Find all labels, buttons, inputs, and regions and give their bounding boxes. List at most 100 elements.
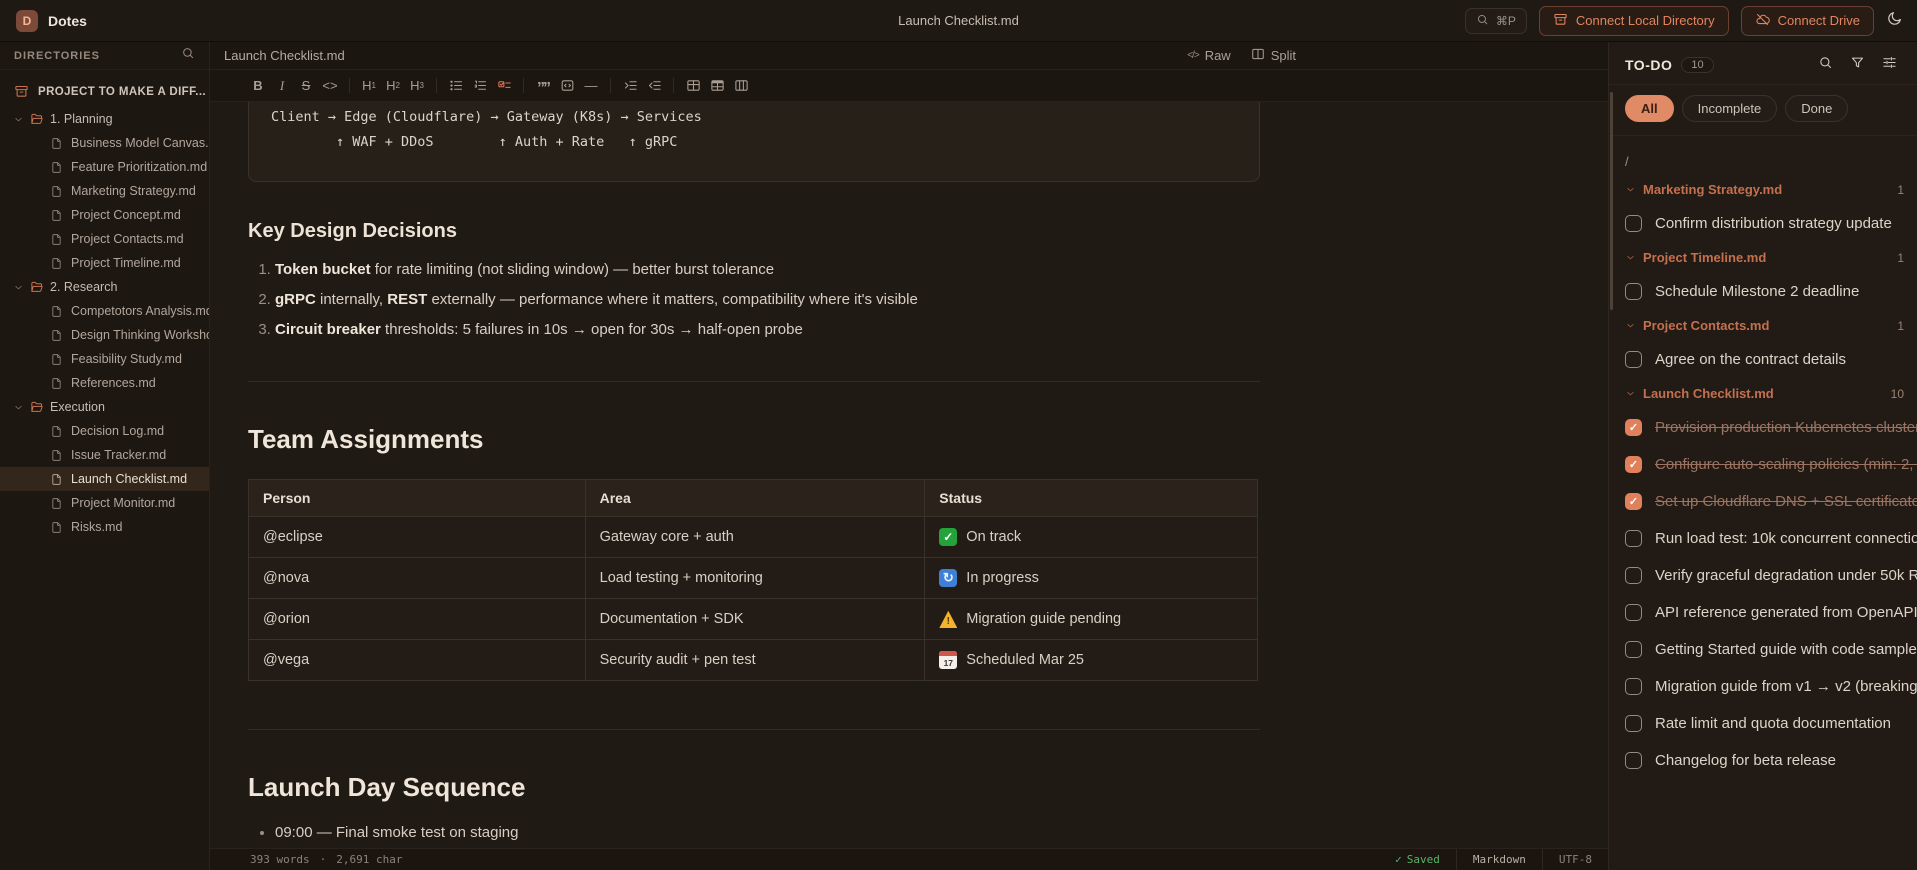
- file-row-marketing-strategy-md[interactable]: Marketing Strategy.md: [0, 179, 209, 203]
- ordered-list-icon[interactable]: [468, 75, 492, 97]
- filter-all[interactable]: All: [1625, 95, 1674, 122]
- horizontal-rule-icon[interactable]: —: [579, 75, 603, 97]
- checkbox-unchecked[interactable]: [1625, 567, 1642, 584]
- folder-row-2-research[interactable]: 2. Research: [0, 275, 209, 299]
- h2-icon[interactable]: H2: [381, 75, 405, 97]
- file-row-project-timeline-md[interactable]: Project Timeline.md: [0, 251, 209, 275]
- scrollbar-thumb[interactable]: [1610, 92, 1613, 310]
- checkbox-checked[interactable]: ✓: [1625, 493, 1642, 510]
- filter-incomplete[interactable]: Incomplete: [1681, 95, 1778, 122]
- folder-row-execution[interactable]: Execution: [0, 395, 209, 419]
- encoding-indicator[interactable]: UTF-8: [1541, 849, 1608, 870]
- todo-item[interactable]: ✓ Provision production Kubernetes cluster…: [1625, 409, 1917, 446]
- todo-item-label: Confirm distribution strategy update: [1655, 215, 1892, 232]
- file-row-feature-prioritization-md[interactable]: Feature Prioritization.md: [0, 155, 209, 179]
- todo-item[interactable]: Run load test: 10k concurrent connection…: [1625, 520, 1917, 557]
- file-row-issue-tracker-md[interactable]: Issue Tracker.md: [0, 443, 209, 467]
- global-search-button[interactable]: ⌘P: [1464, 7, 1527, 34]
- chevron-down-icon: [13, 402, 24, 413]
- chevron-down-icon: [1625, 184, 1636, 195]
- file-row-references-md[interactable]: References.md: [0, 371, 209, 395]
- inline-code-icon[interactable]: <>: [318, 75, 342, 97]
- todo-item[interactable]: API reference generated from OpenAPI spe: [1625, 594, 1917, 631]
- status-cell: ✓ On track: [924, 516, 1258, 558]
- checkbox-unchecked[interactable]: [1625, 215, 1642, 232]
- file-row-risks-md[interactable]: Risks.md: [0, 515, 209, 539]
- indent-icon[interactable]: [618, 75, 642, 97]
- checkbox-unchecked[interactable]: [1625, 530, 1642, 547]
- project-root[interactable]: PROJECT TO MAKE A DIFF...: [0, 70, 209, 107]
- editor-content[interactable]: Client → Edge (Cloudflare) → Gateway (K8…: [210, 102, 1608, 848]
- file-name: Design Thinking Workshop Res...: [71, 328, 209, 342]
- file-row-design-thinking-workshop-res-[interactable]: Design Thinking Workshop Res...: [0, 323, 209, 347]
- todo-settings-button[interactable]: [1882, 55, 1897, 75]
- h3-icon[interactable]: H3: [405, 75, 429, 97]
- todo-search-button[interactable]: [1818, 55, 1833, 75]
- saved-label: Saved: [1406, 853, 1440, 866]
- checkbox-checked[interactable]: ✓: [1625, 456, 1642, 473]
- todo-filter-button[interactable]: [1850, 55, 1865, 75]
- search-icon: [1818, 55, 1833, 75]
- filter-done[interactable]: Done: [1785, 95, 1849, 122]
- todo-group-project-timeline-md[interactable]: Project Timeline.md 1: [1625, 242, 1917, 273]
- todo-item[interactable]: Changelog for beta release: [1625, 742, 1917, 779]
- checkbox-unchecked[interactable]: [1625, 351, 1642, 368]
- columns-icon[interactable]: [729, 75, 753, 97]
- format-indicator[interactable]: Markdown: [1455, 849, 1542, 870]
- connect-local-directory-button[interactable]: Connect Local Directory: [1538, 5, 1729, 36]
- todo-item[interactable]: Getting Started guide with code samples …: [1625, 631, 1917, 668]
- file-row-project-contacts-md[interactable]: Project Contacts.md: [0, 227, 209, 251]
- quote-icon[interactable]: ””: [531, 75, 555, 97]
- todo-group-marketing-strategy-md[interactable]: Marketing Strategy.md 1: [1625, 174, 1917, 205]
- table-header-icon[interactable]: [705, 75, 729, 97]
- todo-group-project-contacts-md[interactable]: Project Contacts.md 1: [1625, 310, 1917, 341]
- folder-row-1-planning[interactable]: 1. Planning: [0, 107, 209, 131]
- file-row-feasibility-study-md[interactable]: Feasibility Study.md: [0, 347, 209, 371]
- sidebar-search-button[interactable]: [181, 46, 195, 65]
- todo-item[interactable]: Agree on the contract details: [1625, 341, 1917, 378]
- file-row-business-model-canvas-md[interactable]: Business Model Canvas.md: [0, 131, 209, 155]
- task-list-icon[interactable]: [492, 75, 516, 97]
- checkbox-checked[interactable]: ✓: [1625, 419, 1642, 436]
- file-row-project-monitor-md[interactable]: Project Monitor.md: [0, 491, 209, 515]
- todo-item[interactable]: ✓ Configure auto-scaling policies (min: 2…: [1625, 446, 1917, 483]
- connect-drive-button[interactable]: Connect Drive: [1740, 5, 1874, 36]
- file-icon: [50, 353, 63, 366]
- todo-group-launch-checklist-md[interactable]: Launch Checklist.md 10: [1625, 378, 1917, 409]
- todo-item[interactable]: Migration guide from v1 → v2 (breaking c…: [1625, 668, 1917, 705]
- file-row-competotors-analysis-md[interactable]: Competotors Analysis.md: [0, 299, 209, 323]
- h1-icon[interactable]: H1: [357, 75, 381, 97]
- file-row-decision-log-md[interactable]: Decision Log.md: [0, 419, 209, 443]
- todo-item[interactable]: Rate limit and quota documentation: [1625, 705, 1917, 742]
- file-row-project-concept-md[interactable]: Project Concept.md: [0, 203, 209, 227]
- todo-item[interactable]: Verify graceful degradation under 50k RP…: [1625, 557, 1917, 594]
- strikethrough-icon[interactable]: S: [294, 75, 318, 97]
- table-icon[interactable]: [681, 75, 705, 97]
- chevron-down-icon: [13, 114, 24, 125]
- todo-item[interactable]: Confirm distribution strategy update: [1625, 205, 1917, 242]
- chevron-down-icon: [1625, 388, 1636, 399]
- status-text: Scheduled Mar 25: [966, 652, 1084, 668]
- bullet-list-icon[interactable]: [444, 75, 468, 97]
- checkbox-unchecked[interactable]: [1625, 641, 1642, 658]
- bold-icon[interactable]: B: [246, 75, 270, 97]
- code-block-icon[interactable]: [555, 75, 579, 97]
- file-icon: [50, 449, 63, 462]
- theme-toggle-button[interactable]: [1886, 10, 1903, 32]
- file-row-launch-checklist-md[interactable]: Launch Checklist.md: [0, 467, 209, 491]
- todo-item[interactable]: Schedule Milestone 2 deadline: [1625, 273, 1917, 310]
- launch-day-item: 09:00 — Final smoke test on staging: [275, 819, 1260, 847]
- outdent-icon[interactable]: [642, 75, 666, 97]
- italic-icon[interactable]: I: [270, 75, 294, 97]
- split-view-button[interactable]: Split: [1251, 47, 1296, 64]
- todo-item[interactable]: ✓ Set up Cloudflare DNS + SSL certificate…: [1625, 483, 1917, 520]
- checkbox-unchecked[interactable]: [1625, 678, 1642, 695]
- checkbox-unchecked[interactable]: [1625, 604, 1642, 621]
- checkbox-unchecked[interactable]: [1625, 752, 1642, 769]
- tab-launch-checklist[interactable]: Launch Checklist.md: [224, 48, 345, 63]
- raw-view-button[interactable]: </> Raw: [1187, 47, 1230, 64]
- checkbox-unchecked[interactable]: [1625, 283, 1642, 300]
- status-text: Migration guide pending: [966, 611, 1122, 627]
- chevron-down-icon: [13, 282, 24, 293]
- checkbox-unchecked[interactable]: [1625, 715, 1642, 732]
